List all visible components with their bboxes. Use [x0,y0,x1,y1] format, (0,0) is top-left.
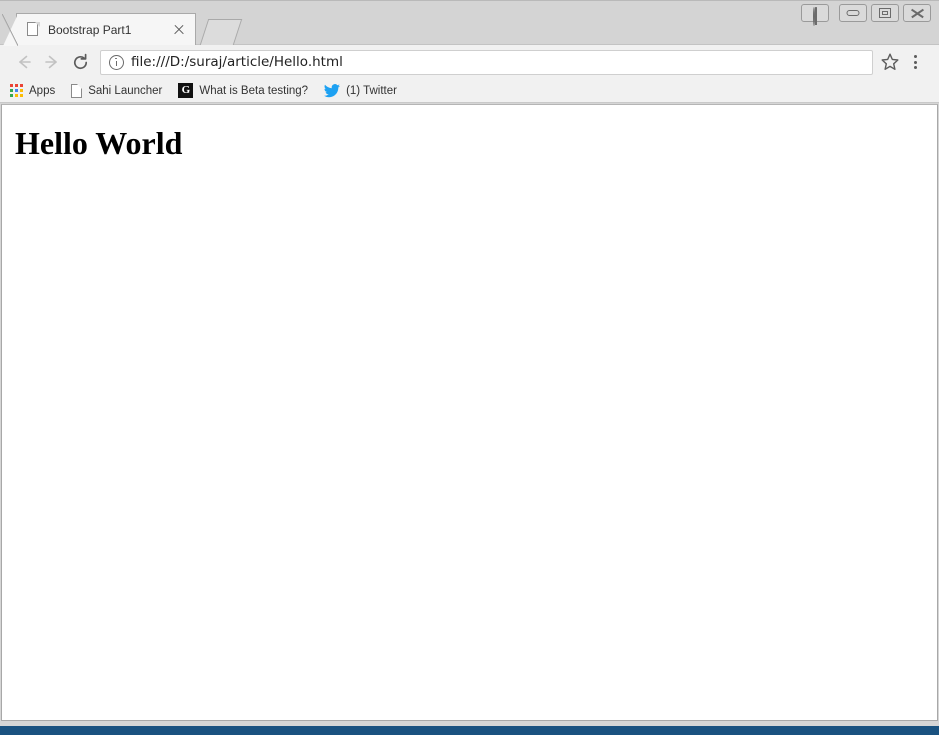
twitter-bird-icon [324,83,341,98]
close-icon[interactable] [171,22,187,38]
bookmark-what-is-beta-testing[interactable]: G What is Beta testing? [178,81,308,101]
minimize-icon[interactable] [839,4,867,22]
page-icon [27,22,40,37]
star-icon[interactable] [877,49,903,75]
page-info-icon[interactable] [109,54,124,70]
taskbar-strip [0,726,939,735]
window-controls [797,4,931,26]
url-text: file:///D:/suraj/article/Hello.html [131,54,343,70]
forward-arrow-icon[interactable] [38,48,66,76]
bookmark-label: Apps [29,84,56,97]
bookmarks-bar: Apps Sahi Launcher G What is Beta testin… [0,79,939,103]
reload-icon[interactable] [66,48,94,76]
page-title: Hello World [15,125,183,161]
google-g-icon: G [178,83,194,98]
bookmark-twitter[interactable]: (1) Twitter [324,81,397,101]
new-tab-icon[interactable] [199,19,243,45]
bookmark-label: (1) Twitter [346,84,397,97]
page-content: Hello World [1,104,938,721]
bookmark-label: What is Beta testing? [199,84,309,97]
bookmark-sahi-launcher[interactable]: Sahi Launcher [71,81,162,101]
page-icon [71,83,83,98]
back-arrow-icon[interactable] [10,48,38,76]
tab-strip: Bootstrap Part1 [0,0,939,46]
browser-window: Bootstrap Part1 file:///D:/suraj/article… [0,0,939,735]
browser-toolbar: file:///D:/suraj/article/Hello.html [0,44,939,79]
address-bar[interactable]: file:///D:/suraj/article/Hello.html [100,49,873,75]
bookmark-apps[interactable]: Apps [10,81,55,101]
close-icon[interactable] [903,4,931,22]
person-icon[interactable] [801,4,829,26]
browser-tab[interactable]: Bootstrap Part1 [2,13,196,46]
apps-grid-icon [10,84,23,97]
tab-title: Bootstrap Part1 [48,22,132,37]
maximize-icon[interactable] [871,4,899,22]
bookmark-label: Sahi Launcher [88,84,163,97]
three-dot-menu-icon[interactable] [903,49,929,75]
